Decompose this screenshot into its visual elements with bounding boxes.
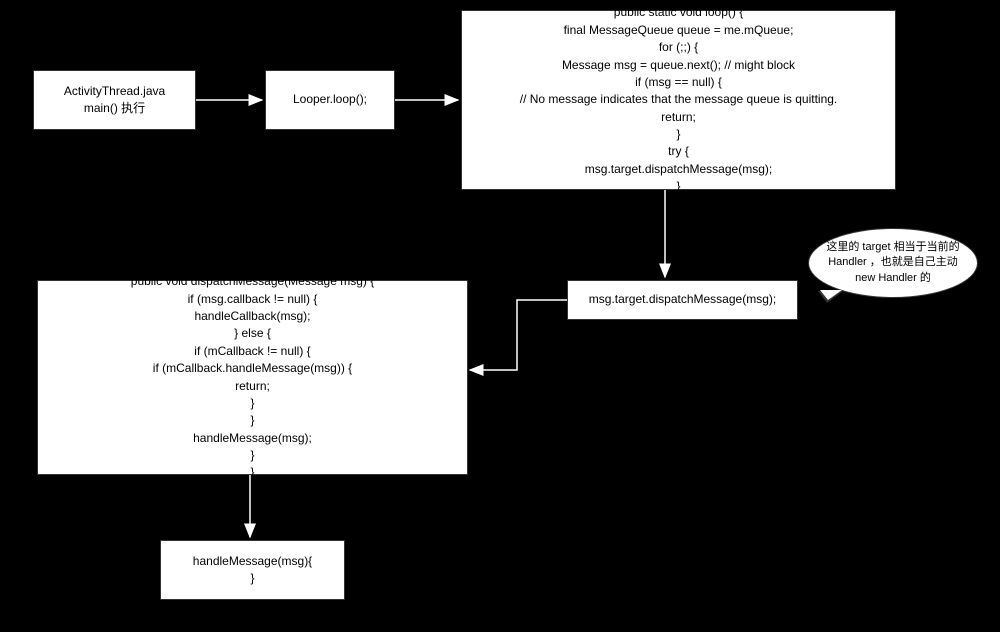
node-looper-loop: Looper.loop();	[265, 70, 395, 130]
node-loop-body: public static void loop() { final Messag…	[461, 10, 896, 190]
callout-target-note: 这里的 target 相当于当前的 Handler ，也就是自己主动 new H…	[808, 228, 978, 298]
callout-tail	[820, 290, 842, 300]
node-dispatch-body: public void dispatchMessage(Message msg)…	[37, 280, 468, 475]
node-handle-message: handleMessage(msg){ }	[160, 540, 345, 600]
node-activitythread-main: ActivityThread.java main() 执行	[33, 70, 196, 130]
arrow-n4-n5	[470, 300, 567, 370]
node-dispatch-call: msg.target.dispatchMessage(msg);	[567, 280, 798, 320]
